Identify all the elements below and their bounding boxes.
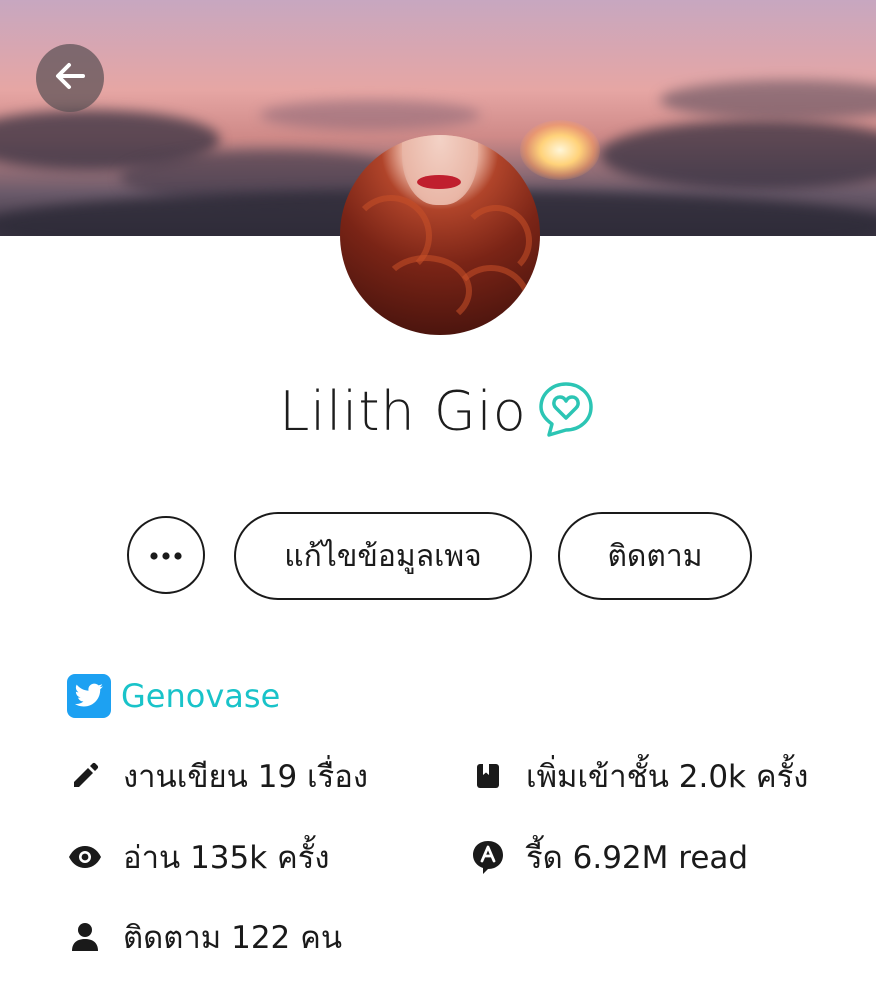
person-icon [67, 919, 103, 955]
follow-button[interactable]: ติดตาม [558, 512, 752, 600]
more-button[interactable] [127, 516, 205, 594]
stat-works: งานเขียน 19 เรื่อง [67, 754, 368, 798]
stat-followers: ติดตาม 122 คน [67, 915, 342, 959]
read-badge-icon [470, 839, 506, 875]
stat-reads-text: รี้ด 6.92M read [526, 840, 749, 876]
twitter-link[interactable]: Genovase [67, 672, 280, 720]
stat-works-text: งานเขียน 19 เรื่อง [123, 759, 369, 795]
heart-chat-badge-icon [535, 378, 597, 444]
twitter-handle[interactable]: Genovase [121, 677, 280, 715]
back-button[interactable] [36, 44, 104, 112]
stat-followers-text: ติดตาม 122 คน [123, 920, 343, 956]
stat-views-text: อ่าน 135k ครั้ง [123, 840, 330, 876]
stat-shelf: เพิ่มเข้าชั้น 2.0k ครั้ง [470, 754, 808, 798]
edit-page-button[interactable]: แก้ไขข้อมูลเพจ [234, 512, 532, 600]
avatar[interactable] [340, 135, 540, 335]
stat-views: อ่าน 135k ครั้ง [67, 835, 330, 879]
arrow-left-icon [51, 57, 89, 99]
stat-shelf-text: เพิ่มเข้าชั้น 2.0k ครั้ง [526, 759, 809, 795]
pencil-icon [67, 758, 103, 794]
sun [520, 120, 600, 180]
profile-actions: แก้ไขข้อมูลเพจ ติดตาม [0, 512, 876, 602]
profile-name: Lilith Gio [279, 379, 527, 443]
twitter-icon [67, 674, 111, 718]
profile-name-row: Lilith Gio [0, 376, 876, 446]
bookmark-book-icon [470, 758, 506, 794]
ellipsis-icon [149, 546, 183, 565]
eye-icon [67, 839, 103, 875]
stat-reads: รี้ด 6.92M read [470, 835, 748, 879]
